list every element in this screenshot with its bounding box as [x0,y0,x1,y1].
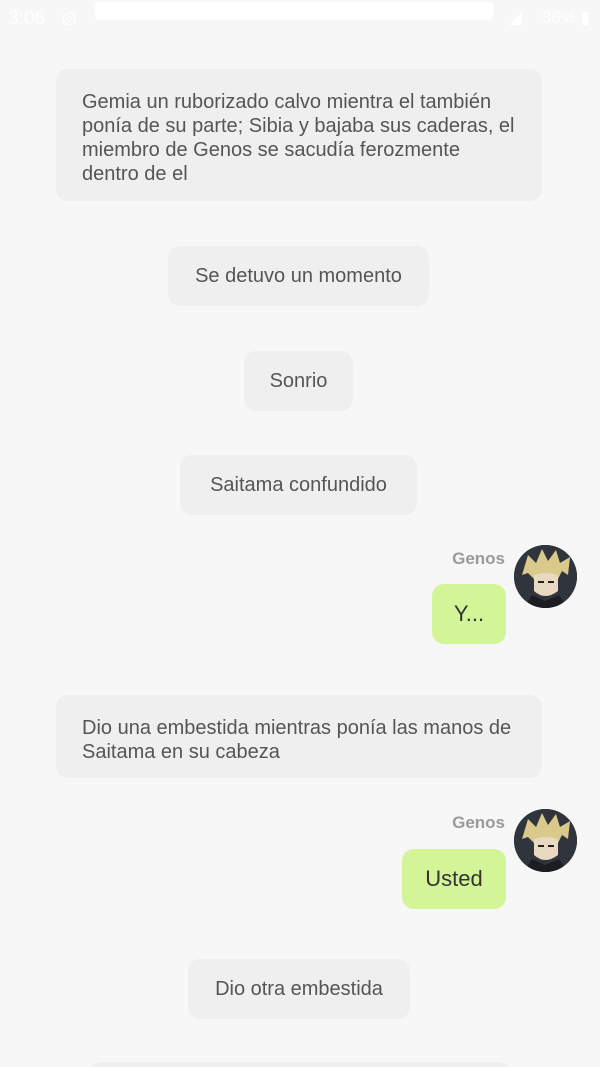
narration-bubble: Dio una embestida mientras ponía las man… [56,695,542,778]
narration-bubble: Se detuvo un momento [168,246,429,306]
character-name: Genos [452,813,505,832]
narration-bubble: Gemia un ruborizado calvo mientra el tam… [56,69,542,201]
character-message: Y... [432,584,506,644]
narration-text: Dio otra embestida [215,978,383,1000]
battery-icon: 36% ▮ [541,8,590,27]
narration-text: Saitama confundido [210,474,387,496]
chat-screen: 3:06 ◎ ◢ 36% ▮ Gemia un ruborizado calvo… [0,0,600,1067]
status-bar: 3:06 ◎ ◢ 36% ▮ [0,0,600,36]
narration-bubble-partial [90,1062,510,1067]
status-time: 3:06 [8,8,45,29]
narration-bubble: Dio otra embestida [188,959,410,1019]
character-name: Genos [452,549,505,568]
narration-bubble: Saitama confundido [180,455,417,515]
narration-text: Sonrio [269,370,328,392]
avatar-genos[interactable] [514,809,577,872]
signal-icon: ◢ [508,8,522,27]
character-message: Usted [402,849,506,909]
battery-level: 36% [541,8,576,27]
avatar-image [514,809,577,872]
narration-text: Se detuvo un momento [195,265,402,287]
status-redaction [95,2,493,20]
narration-bubble: Sonrio [244,351,353,411]
message-text: Y... [453,601,485,626]
avatar-image [514,545,577,608]
notification-icon: ◎ [62,8,77,27]
message-text: Usted [425,866,483,891]
narration-text: Gemia un ruborizado calvo mientra el tam… [82,91,515,185]
avatar-genos[interactable] [514,545,577,608]
narration-text: Dio una embestida mientras ponía las man… [82,717,512,763]
